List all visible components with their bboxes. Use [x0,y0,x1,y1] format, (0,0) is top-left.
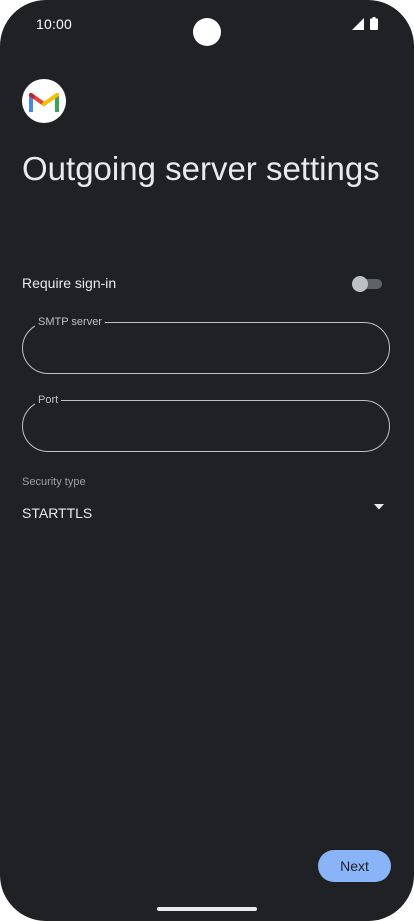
gmail-logo [22,79,66,123]
camera-cutout [193,18,221,46]
smtp-server-field[interactable]: SMTP server [22,315,390,374]
phone-screen: 10:00 Outgoing server settings Require s… [0,0,414,921]
page-title: Outgoing server settings [22,150,380,187]
status-time: 10:00 [36,16,73,32]
gmail-icon [29,93,59,112]
status-icons [352,17,378,30]
smtp-server-label: SMTP server [35,315,105,329]
battery-icon [370,17,378,30]
require-signin-label: Require sign-in [22,275,117,291]
port-field[interactable]: Port [22,393,390,452]
require-signin-toggle[interactable] [352,276,382,292]
home-indicator[interactable] [157,907,257,911]
next-button[interactable]: Next [318,850,391,882]
security-type-dropdown[interactable]: STARTTLS [22,497,384,527]
dropdown-arrow-icon [374,504,384,510]
port-input[interactable] [39,415,373,439]
smtp-server-input[interactable] [39,337,373,361]
toggle-thumb [352,276,368,292]
status-bar: 10:00 [0,0,414,50]
require-signin-row[interactable]: Require sign-in [22,268,392,300]
security-type-value: STARTTLS [22,505,93,521]
security-type-label: Security type [22,476,86,488]
signal-icon [352,17,364,30]
port-label: Port [35,393,62,407]
